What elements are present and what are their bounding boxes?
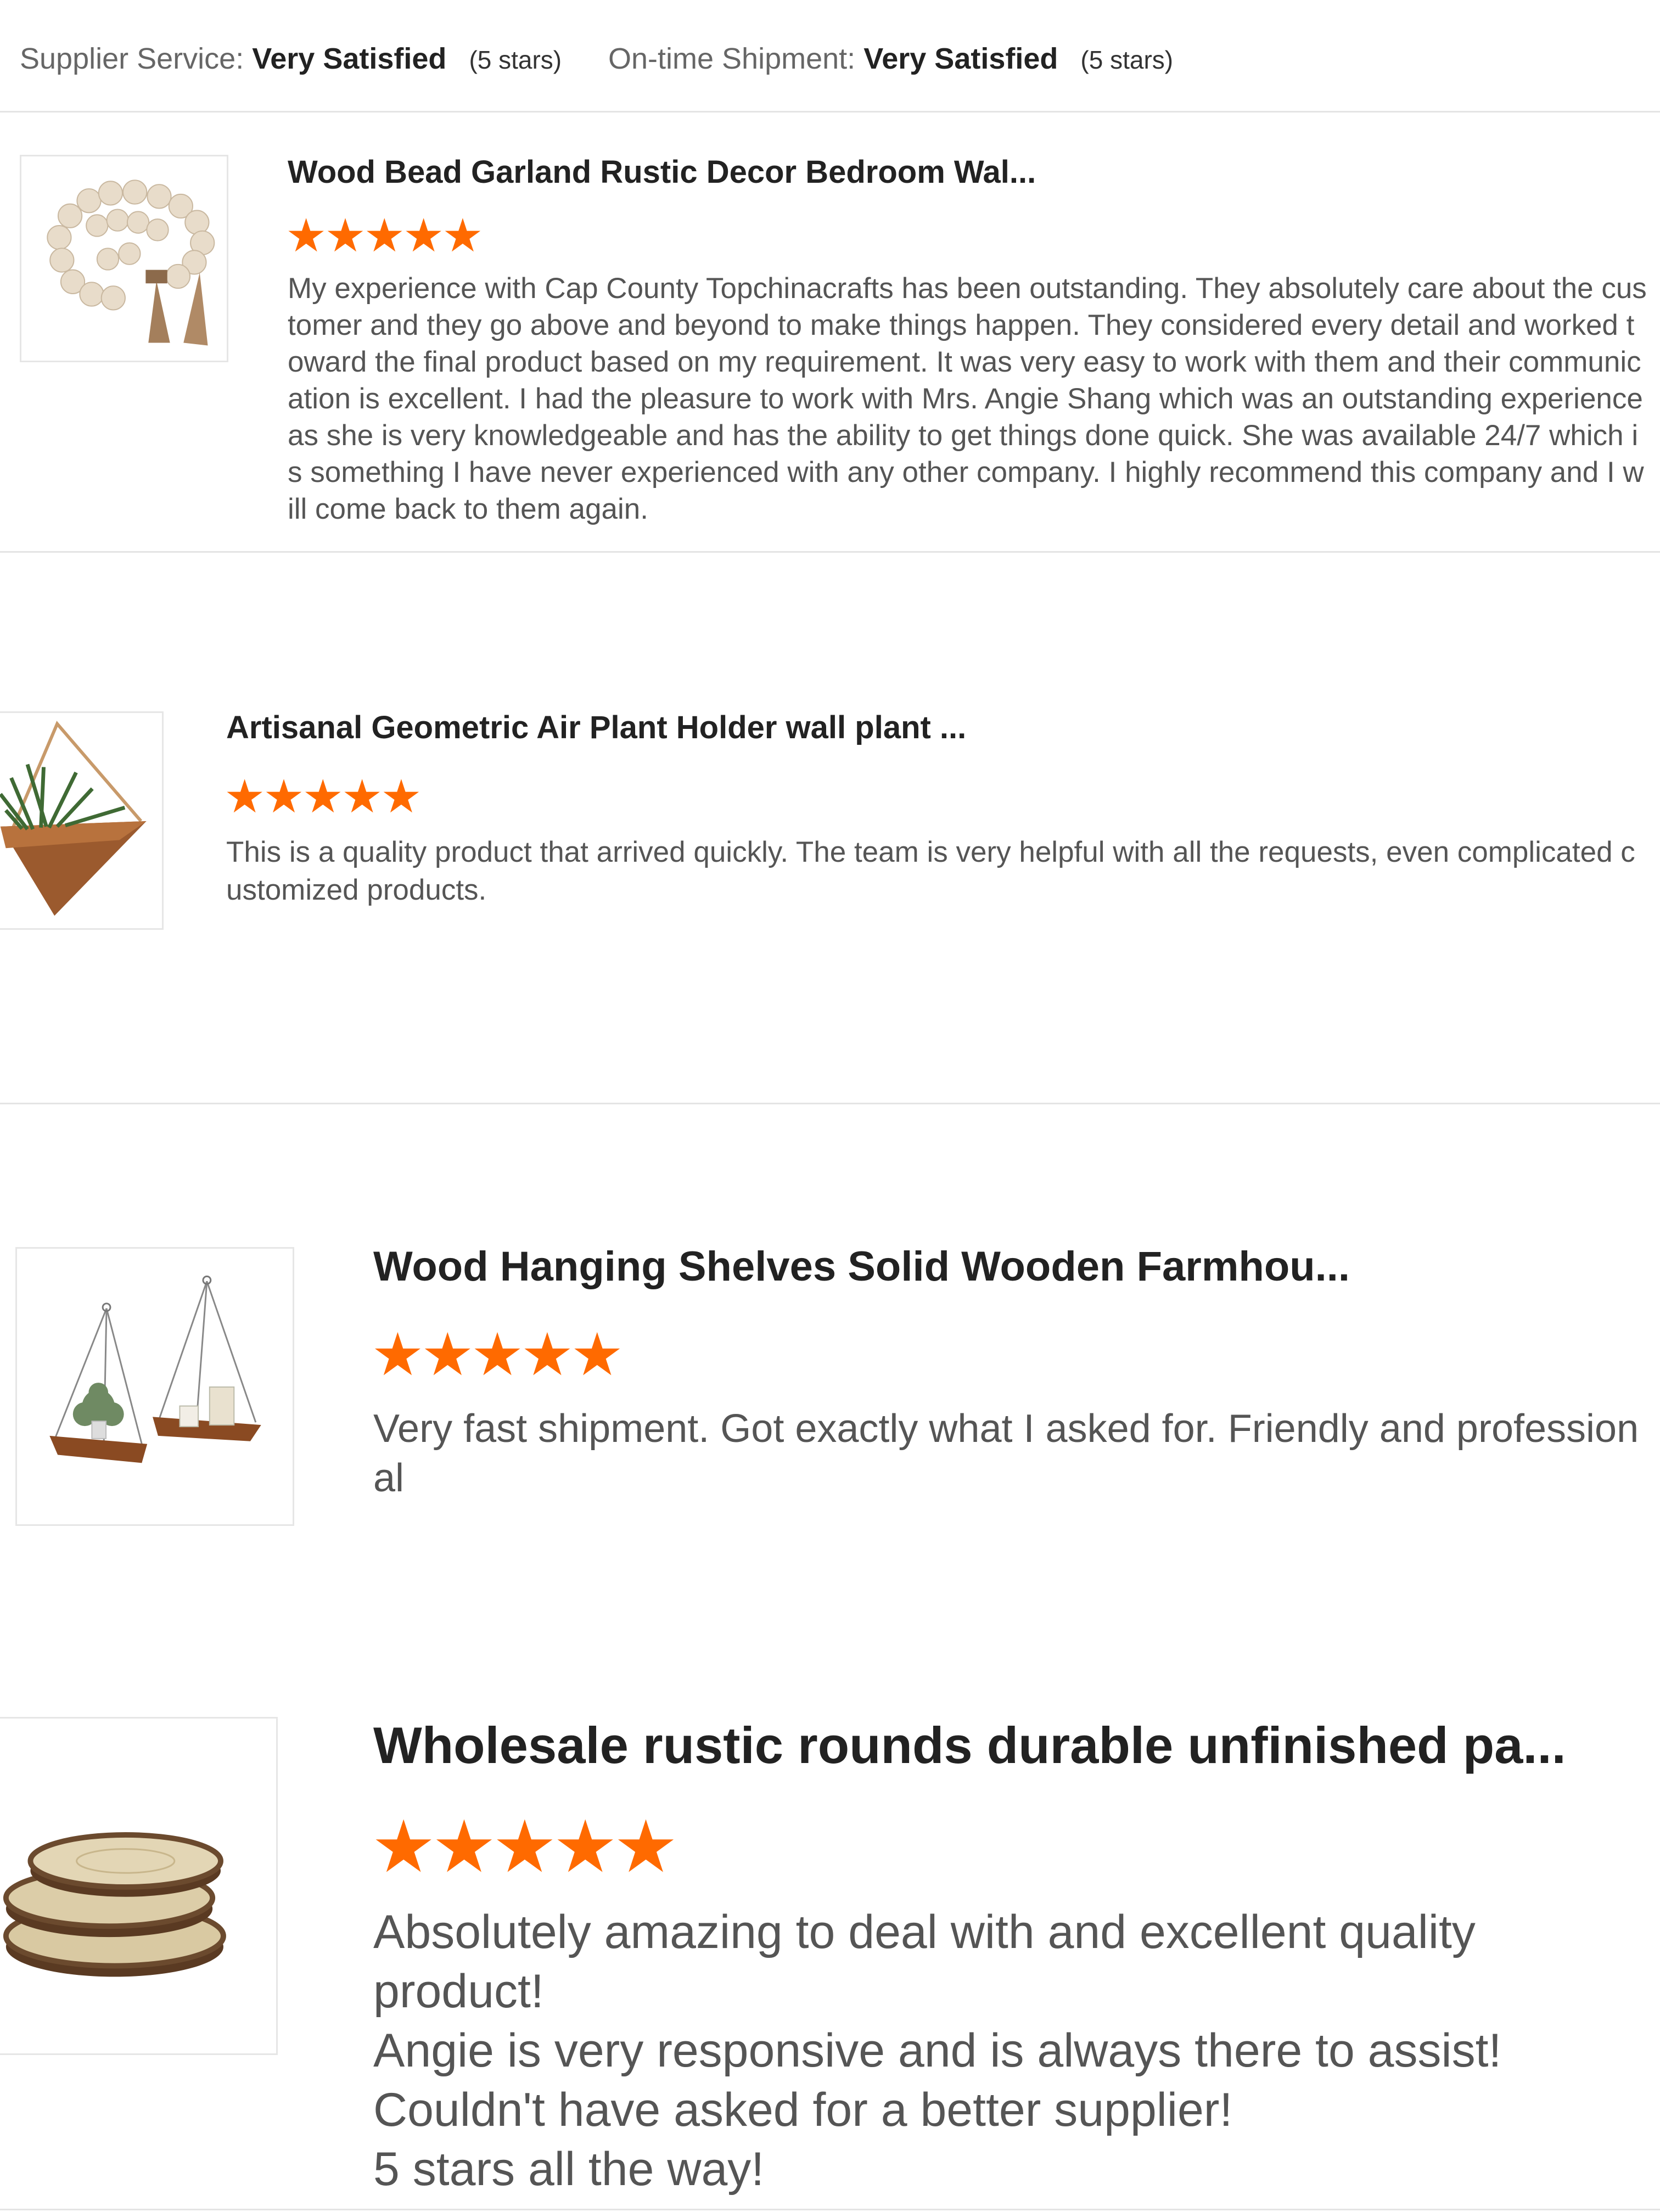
star-rating: ★★★★★ [224,770,422,823]
wood-bead-garland-image [47,179,215,346]
star-icon: ★ [520,1321,574,1388]
star-rating: ★★★★★ [371,1805,678,1889]
supplier-service-label: Supplier Service: [20,42,244,75]
rating-summary-bar: Supplier Service: Very Satisfied (5 star… [0,0,1660,113]
star-icon: ★ [492,1806,557,1887]
product-title-link[interactable]: Wholesale rustic rounds durable unfinish… [373,1716,1566,1775]
star-icon: ★ [470,1321,524,1388]
review-divider [0,2209,1660,2210]
supplier-service-rating: Supplier Service: Very Satisfied (5 star… [20,42,562,76]
star-rating: ★★★★★ [285,209,484,262]
star-icon: ★ [431,1806,496,1887]
product-thumbnail-rustic-rounds[interactable] [0,1717,278,2055]
product-thumbnail-wood-bead-garland[interactable] [20,155,228,362]
shipment-rating: On-time Shipment: Very Satisfied (5 star… [608,42,1173,76]
shipment-label: On-time Shipment: [608,42,856,75]
star-icon: ★ [371,1321,424,1388]
hanging-shelves-image [49,1275,261,1463]
product-title-link[interactable]: Wood Hanging Shelves Solid Wooden Farmho… [373,1243,1350,1290]
star-icon: ★ [442,210,483,261]
star-icon: ★ [420,1321,474,1388]
product-thumbnail-air-plant-holder[interactable] [0,711,164,930]
review-text: Absolutely amazing to deal with and exce… [373,1906,1502,2196]
star-icon: ★ [363,210,405,261]
shipment-stars: (5 stars) [1080,46,1174,74]
supplier-service-value: Very Satisfied [252,42,447,75]
product-title-link[interactable]: Artisanal Geometric Air Plant Holder wal… [226,709,966,746]
review-divider [0,551,1660,553]
star-rating: ★★★★★ [371,1320,624,1389]
star-icon: ★ [570,1321,624,1388]
star-icon: ★ [324,210,366,261]
star-icon: ★ [341,771,383,822]
star-icon: ★ [380,771,422,822]
star-icon: ★ [263,771,304,822]
star-icon: ★ [613,1806,678,1887]
supplier-service-stars: (5 stars) [469,46,562,74]
star-icon: ★ [371,1806,436,1887]
review-divider [0,1103,1660,1104]
star-icon: ★ [402,210,444,261]
star-icon: ★ [553,1806,618,1887]
review-text: Very fast shipment. Got exactly what I a… [373,1407,1639,1500]
product-thumbnail-hanging-shelves[interactable] [15,1247,294,1526]
review-text: This is a quality product that arrived q… [226,836,1635,906]
rustic-rounds-image [3,1832,226,1977]
review-text: My experience with Cap County Topchinacr… [288,272,1647,525]
star-icon: ★ [224,771,265,822]
star-icon: ★ [285,210,327,261]
product-title-link[interactable]: Wood Bead Garland Rustic Decor Bedroom W… [288,154,1036,190]
star-icon: ★ [302,771,344,822]
shipment-value: Very Satisfied [863,42,1058,75]
air-plant-holder-image [0,721,147,916]
